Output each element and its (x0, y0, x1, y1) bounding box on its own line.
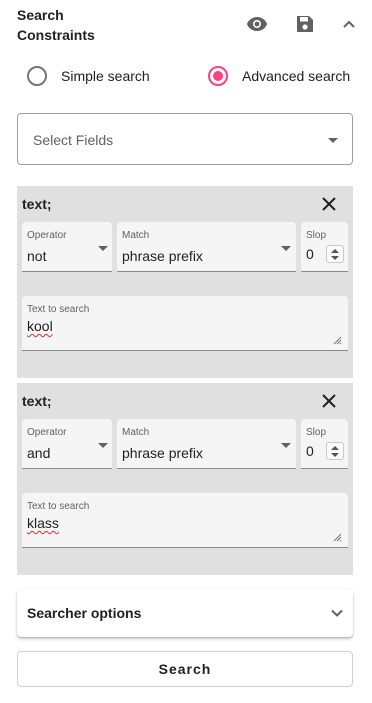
simple-search-label: Simple search (61, 68, 150, 84)
eye-icon[interactable] (245, 12, 269, 36)
radio-unchecked-icon (27, 66, 47, 86)
stepper-icon[interactable] (326, 442, 344, 460)
caret-down-icon (281, 246, 291, 251)
caret-down-icon (98, 443, 108, 448)
chevron-up-icon[interactable] (337, 12, 361, 36)
text-to-search-field[interactable]: Text to search klass (22, 493, 348, 548)
radio-checked-icon (208, 66, 228, 86)
stepper-icon[interactable] (326, 245, 344, 263)
select-fields-placeholder: Select Fields (33, 132, 114, 148)
text-to-search-value: klass (27, 515, 59, 531)
close-icon[interactable] (319, 391, 339, 411)
constraint-title: text; (22, 393, 52, 409)
operator-value: not (27, 248, 47, 264)
text-to-search-value: kool (27, 318, 53, 334)
operator-label: Operator (27, 230, 67, 241)
caret-down-icon (98, 246, 108, 251)
operator-label: Operator (27, 427, 67, 438)
text-to-search-label: Text to search (27, 501, 90, 512)
text-to-search-field[interactable]: Text to search kool (22, 296, 348, 351)
panel-title: Search Constraints (17, 7, 95, 43)
caret-down-icon (281, 443, 291, 448)
constraint-title: text; (22, 196, 52, 212)
slop-value: 0 (306, 246, 314, 262)
text-to-search-label: Text to search (27, 304, 90, 315)
caret-down-icon (328, 138, 338, 143)
operator-select[interactable]: Operator not (22, 222, 112, 272)
operator-value: and (27, 445, 51, 461)
constraint-block: text; Operator not Match phrase prefix S… (17, 186, 353, 378)
slop-label: Slop (306, 427, 327, 438)
searcher-options-panel[interactable]: Searcher options (17, 589, 353, 637)
slop-value: 0 (306, 443, 314, 459)
close-icon[interactable] (319, 194, 339, 214)
slop-input[interactable]: Slop 0 (301, 419, 348, 469)
panel-header: Search Constraints (0, 0, 372, 48)
match-value: phrase prefix (122, 248, 203, 264)
advanced-search-radio[interactable]: Advanced search (208, 65, 350, 87)
slop-label: Slop (306, 230, 327, 241)
operator-select[interactable]: Operator and (22, 419, 112, 469)
constraint-block: text; Operator and Match phrase prefix S… (17, 383, 353, 575)
match-label: Match (122, 230, 150, 241)
advanced-search-label: Advanced search (242, 68, 351, 84)
chevron-down-icon (331, 609, 343, 617)
resize-handle-icon[interactable] (333, 336, 342, 345)
match-label: Match (122, 427, 150, 438)
match-value: phrase prefix (122, 445, 203, 461)
save-icon[interactable] (293, 12, 317, 36)
resize-handle-icon[interactable] (333, 533, 342, 542)
match-select[interactable]: Match phrase prefix (117, 222, 296, 272)
searcher-options-label: Searcher options (27, 605, 142, 621)
slop-input[interactable]: Slop 0 (301, 222, 348, 272)
select-fields-dropdown[interactable]: Select Fields (17, 113, 353, 165)
match-select[interactable]: Match phrase prefix (117, 419, 296, 469)
simple-search-radio[interactable]: Simple search (27, 65, 150, 87)
search-button[interactable]: Search (17, 651, 353, 687)
search-mode-group: Simple search Advanced search (0, 60, 372, 92)
